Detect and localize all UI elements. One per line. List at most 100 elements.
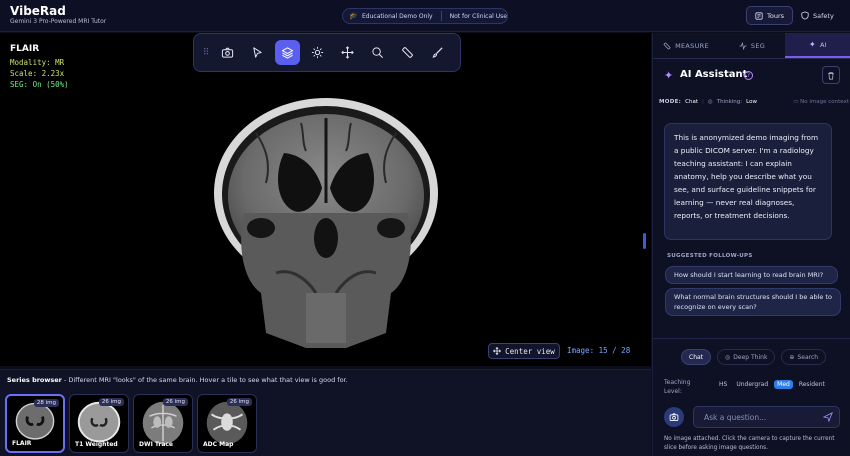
clear-chat-button[interactable] (822, 66, 840, 84)
mode-chat-button[interactable]: Chat (681, 349, 712, 365)
sparkles-icon: ✦ (809, 40, 817, 49)
level-undergrad[interactable]: Undergrad (733, 380, 771, 389)
tab-ai[interactable]: ✦ AI (785, 33, 850, 58)
capture-slice-button[interactable] (664, 407, 684, 427)
app-title: VibeRad (10, 4, 66, 18)
demo-label: Educational Demo Only (362, 12, 433, 20)
no-image-note: No image attached. Click the camera to c… (664, 436, 835, 451)
pill-divider (440, 11, 442, 21)
brain-icon: ◎ (707, 99, 713, 105)
scale-readout: Scale: 2.23x (10, 69, 65, 78)
ask-question-input[interactable] (693, 406, 840, 428)
level-hs[interactable]: HS (716, 380, 730, 389)
chat-mode-selector: Chat ◎ Deep Think ⊕ Search (681, 349, 827, 365)
image-counter: Image: 15 / 28 (567, 346, 631, 355)
move-icon (493, 347, 502, 355)
layers-tool-button[interactable] (275, 40, 300, 65)
followups-label: SUGGESTED FOLLOW-UPS (667, 253, 753, 259)
followup-chip[interactable]: How should I start learning to read brai… (665, 266, 838, 284)
mri-viewer[interactable]: FLAIR Modality: MR Scale: 2.23x SEG: On … (0, 33, 651, 366)
tile-name: DWI Trace (139, 441, 173, 448)
followup-chip[interactable]: What normal brain structures should I be… (665, 288, 841, 316)
tours-button[interactable]: Tours (746, 6, 793, 25)
brush-tool-button[interactable] (425, 40, 450, 65)
series-tile-t1-weighted[interactable]: 26 img T1 Weighted (69, 394, 129, 453)
center-view-button[interactable]: Center view (488, 343, 560, 359)
tile-name: FLAIR (12, 440, 32, 447)
mode-deep-think-button[interactable]: ◎ Deep Think (717, 349, 776, 365)
level-med[interactable]: Med (774, 380, 793, 389)
tab-measure[interactable]: MEASURE (653, 33, 719, 58)
no-image-context-text: No image context (800, 99, 849, 105)
measure-tool-button[interactable] (395, 40, 420, 65)
mode-label: MODE: (659, 99, 682, 105)
tile-count-badge: 26 img (162, 398, 188, 406)
series-browser-title: Series browser (7, 376, 62, 384)
slice-scrollbar[interactable] (643, 233, 646, 249)
ruler-icon (663, 42, 671, 49)
tile-name: ADC Map (203, 441, 234, 448)
window-level-tool-button[interactable] (305, 40, 330, 65)
series-browser: Series browser - Different MRI "looks" o… (0, 369, 651, 456)
drag-handle-icon[interactable]: ⠿ (202, 48, 210, 58)
series-name: FLAIR (10, 44, 40, 54)
pan-tool-button[interactable] (335, 40, 360, 65)
camera-icon (221, 47, 234, 58)
zoom-tool-button[interactable] (365, 40, 390, 65)
mode-chat-label: Chat (689, 353, 704, 361)
tile-count-badge: 26 img (226, 398, 252, 406)
safety-label: Safety (813, 11, 834, 20)
series-browser-description: - Different MRI "looks" of the same brai… (61, 376, 348, 384)
tab-seg-label: SEG (750, 41, 766, 50)
series-tile-dwi-trace[interactable]: 26 img DWI Trace (133, 394, 193, 453)
series-tile-flair[interactable]: 28 img FLAIR (5, 394, 65, 453)
tab-measure-label: MEASURE (675, 41, 709, 50)
clinical-warning-label: Not for Clinical Use (449, 12, 507, 20)
mode-divider: | (702, 99, 704, 105)
safety-button[interactable]: Safety (801, 6, 834, 25)
ai-assistant-title: AI Assistant (680, 69, 748, 80)
mode-status-row: MODE: Chat | ◎ Thinking: Low ▭ No image … (659, 99, 849, 105)
tab-seg[interactable]: SEG (719, 33, 785, 58)
modality-readout: Modality: MR (10, 58, 65, 67)
tile-count-badge: 26 img (98, 398, 124, 406)
teaching-level-selector: HS Undergrad Med Resident (716, 380, 828, 389)
help-icon[interactable]: ? (744, 71, 753, 80)
camera-icon (669, 413, 679, 421)
demo-disclaimer-pill: 🎓 Educational Demo Only Not for Clinical… (342, 8, 508, 24)
send-icon[interactable] (823, 412, 833, 422)
zoom-icon (372, 47, 384, 59)
graduation-cap-icon: 🎓 (349, 12, 358, 20)
side-panel: MEASURE SEG ✦ AI ✦ AI Assistant ? MODE: … (652, 33, 850, 456)
activity-icon (739, 41, 747, 50)
shield-icon (801, 11, 809, 20)
chat-input-area: Chat ◎ Deep Think ⊕ Search Teaching Leve… (653, 338, 850, 456)
ruler-icon (402, 47, 413, 58)
globe-icon: ⊕ (789, 353, 795, 361)
ai-assistant-header: ✦ AI Assistant ? (653, 60, 850, 90)
viewer-toolbar: ⠿ (193, 33, 461, 72)
mode-search-button[interactable]: ⊕ Search (781, 349, 827, 365)
tile-count-badge: 28 img (33, 399, 59, 407)
center-view-label: Center view (505, 346, 555, 356)
select-tool-button[interactable] (245, 40, 270, 65)
seg-readout: SEG: On (50%) (10, 80, 69, 89)
trash-icon (828, 71, 834, 79)
level-resident[interactable]: Resident (796, 380, 828, 389)
capture-tool-button[interactable] (215, 40, 240, 65)
brightness-icon (311, 46, 324, 59)
mode-deep-think-label: Deep Think (733, 353, 768, 361)
series-browser-caption: Series browser - Different MRI "looks" o… (7, 376, 348, 384)
series-tile-adc-map[interactable]: 26 img ADC Map (197, 394, 257, 453)
thinking-value: Low (746, 99, 757, 105)
layers-icon (281, 47, 294, 59)
tab-ai-label: AI (820, 40, 827, 49)
pointer-icon (253, 47, 262, 58)
move-icon (341, 46, 354, 59)
mri-slice-image[interactable] (206, 93, 446, 363)
tours-label: Tours (766, 11, 785, 20)
no-image-context-label: ▭ No image context (793, 99, 849, 105)
app-header: VibeRad Gemini 3 Pro-Powered MRI Tutor 🎓… (0, 0, 850, 32)
app-subtitle: Gemini 3 Pro-Powered MRI Tutor (10, 18, 107, 25)
tile-name: T1 Weighted (75, 441, 118, 448)
